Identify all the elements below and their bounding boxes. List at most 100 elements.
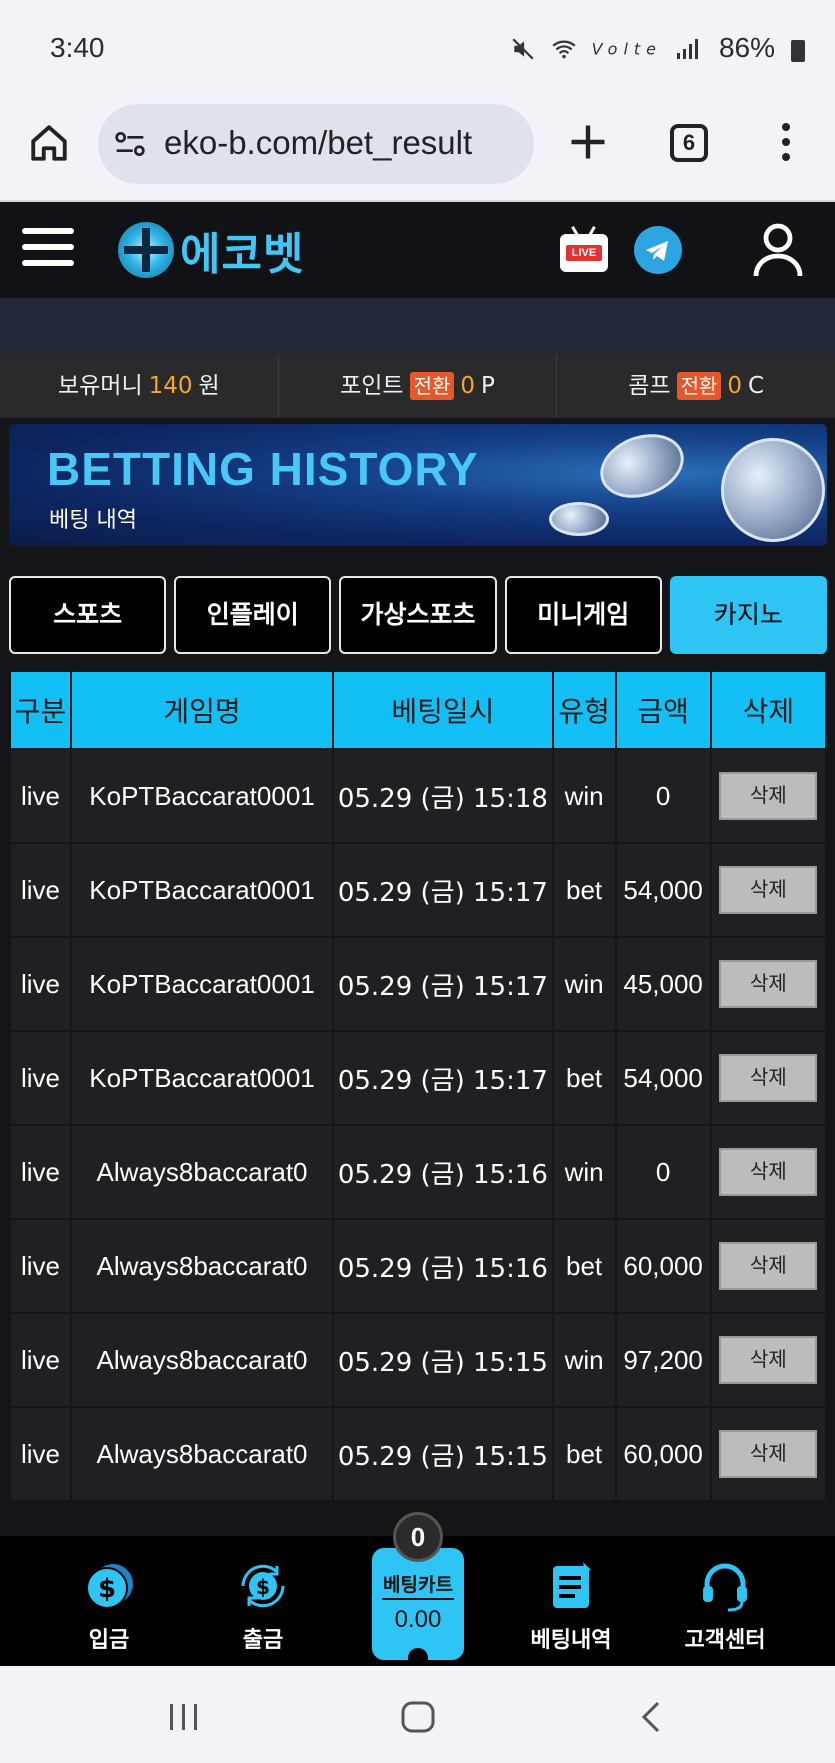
cell-delete: 삭제 xyxy=(711,1032,825,1124)
cell-delete: 삭제 xyxy=(711,750,825,842)
delete-button[interactable]: 삭제 xyxy=(719,1054,818,1102)
tab-switcher-button[interactable]: 6 xyxy=(670,124,708,162)
cell-delete: 삭제 xyxy=(711,1220,825,1312)
header-category: 구분 xyxy=(11,672,70,748)
nav-support[interactable]: 고객센터 xyxy=(650,1536,800,1666)
cell-category: live xyxy=(11,1220,70,1312)
user-account-icon[interactable] xyxy=(752,222,804,278)
address-bar[interactable]: eko-b.com/bet_result xyxy=(98,104,534,184)
cell-game: Always8baccarat0 xyxy=(71,1408,333,1500)
home-icon[interactable] xyxy=(28,122,70,164)
url-text: eko-b.com/bet_result xyxy=(164,124,473,161)
signal-icon xyxy=(677,39,698,59)
svg-text:$: $ xyxy=(98,1574,116,1604)
point-balance: 포인트 전환 0 P xyxy=(279,354,558,418)
header-divider-bar xyxy=(0,298,835,354)
status-time: 3:40 xyxy=(50,32,105,63)
betting-history-banner: BETTING HISTORY 베팅 내역 xyxy=(9,424,827,546)
cell-delete: 삭제 xyxy=(711,1314,825,1406)
table-row: live Always8baccarat0 05.29 (금) 15:15 be… xyxy=(11,1408,825,1500)
table-row: live KoPTBaccarat0001 05.29 (금) 15:17 be… xyxy=(11,844,825,936)
site-header: 에코벳 LIVE xyxy=(0,202,835,298)
point-value: 0 xyxy=(460,373,476,399)
delete-button[interactable]: 삭제 xyxy=(719,1430,818,1478)
tab-minigame[interactable]: 미니게임 xyxy=(504,576,662,654)
delete-button[interactable]: 삭제 xyxy=(719,960,818,1008)
cell-type: bet xyxy=(553,1408,615,1500)
header-type: 유형 xyxy=(553,672,615,748)
cell-datetime: 05.29 (금) 15:17 xyxy=(334,1032,552,1124)
cell-category: live xyxy=(11,1032,70,1124)
banner-subtitle: 베팅 내역 xyxy=(49,508,137,533)
cell-datetime: 05.29 (금) 15:17 xyxy=(334,938,552,1030)
cell-delete: 삭제 xyxy=(711,1126,825,1218)
cell-amount: 0 xyxy=(616,1126,710,1218)
nav-deposit-label: 입금 xyxy=(88,1628,130,1653)
cell-type: win xyxy=(553,938,615,1030)
cell-category: live xyxy=(11,844,70,936)
cell-game: Always8baccarat0 xyxy=(71,1126,333,1218)
table-row: live KoPTBaccarat0001 05.29 (금) 15:17 wi… xyxy=(11,938,825,1030)
header-game: 게임명 xyxy=(71,672,333,748)
nav-withdraw-label: 출금 xyxy=(242,1628,284,1653)
cell-amount: 97,200 xyxy=(616,1314,710,1406)
delete-button[interactable]: 삭제 xyxy=(719,1336,818,1384)
table-row: live KoPTBaccarat0001 05.29 (금) 15:18 wi… xyxy=(11,750,825,842)
header-datetime: 베팅일시 xyxy=(334,672,552,748)
betting-cart-button[interactable]: 베팅카트 0.00 xyxy=(372,1548,464,1668)
hamburger-menu-icon[interactable] xyxy=(22,228,74,268)
point-convert-button[interactable]: 전환 xyxy=(409,372,455,400)
comp-convert-button[interactable]: 전환 xyxy=(676,372,722,400)
cell-category: live xyxy=(11,1314,70,1406)
coin-graphic-icon xyxy=(591,424,693,509)
delete-button[interactable]: 삭제 xyxy=(719,1148,818,1196)
nav-betting-history[interactable]: 베팅내역 xyxy=(496,1536,646,1666)
cell-category: live xyxy=(11,1126,70,1218)
header-amount: 금액 xyxy=(616,672,710,748)
site-logo[interactable]: 에코벳 xyxy=(118,220,304,280)
back-icon[interactable] xyxy=(638,1700,664,1734)
tab-casino[interactable]: 카지노 xyxy=(669,576,828,654)
tab-inplay[interactable]: 인플레이 xyxy=(174,576,332,654)
home-nav-icon[interactable] xyxy=(400,1700,436,1734)
telegram-icon[interactable] xyxy=(634,226,682,274)
cell-type: win xyxy=(553,1126,615,1218)
more-menu-icon[interactable] xyxy=(774,120,798,168)
nav-support-label: 고객센터 xyxy=(684,1628,766,1653)
comp-balance: 콤프 전환 0 C xyxy=(628,372,765,400)
coin-graphic-icon xyxy=(721,438,825,542)
table-row: live Always8baccarat0 05.29 (금) 15:16 be… xyxy=(11,1220,825,1312)
cart-value: 0.00 xyxy=(394,1606,442,1633)
cell-datetime: 05.29 (금) 15:16 xyxy=(334,1220,552,1312)
wifi-icon xyxy=(552,40,576,59)
delete-button[interactable]: 삭제 xyxy=(719,1242,818,1290)
android-navigation-bar xyxy=(0,1666,835,1763)
balance-bar: 보유머니 140 원 포인트 전환 0 P 콤프 전환 0 C xyxy=(0,354,835,418)
cell-category: live xyxy=(11,1408,70,1500)
cell-game: KoPTBaccarat0001 xyxy=(71,844,333,936)
cell-amount: 60,000 xyxy=(616,1408,710,1500)
new-tab-icon[interactable] xyxy=(566,120,610,164)
deposit-coin-icon: $ xyxy=(86,1564,133,1609)
site-settings-icon[interactable] xyxy=(114,130,146,158)
nav-deposit[interactable]: $ 입금 xyxy=(34,1536,184,1666)
cell-amount: 54,000 xyxy=(616,844,710,936)
recent-apps-icon[interactable] xyxy=(166,1702,202,1732)
cart-count-badge: 0 xyxy=(393,1512,443,1562)
battery-icon xyxy=(791,40,805,62)
live-tv-icon[interactable]: LIVE xyxy=(560,226,608,272)
cell-datetime: 05.29 (금) 15:15 xyxy=(334,1408,552,1500)
withdraw-coin-icon: $ xyxy=(241,1564,285,1608)
cell-game: Always8baccarat0 xyxy=(71,1314,333,1406)
cell-datetime: 05.29 (금) 15:16 xyxy=(334,1126,552,1218)
cell-datetime: 05.29 (금) 15:17 xyxy=(334,844,552,936)
logo-mark-icon xyxy=(118,222,174,278)
header-delete: 삭제 xyxy=(711,672,825,748)
tab-sports[interactable]: 스포츠 xyxy=(9,576,167,654)
delete-button[interactable]: 삭제 xyxy=(719,866,818,914)
delete-button[interactable]: 삭제 xyxy=(719,772,818,820)
cell-type: bet xyxy=(553,844,615,936)
status-icons: Volte xyxy=(510,36,699,62)
tab-virtual-sports[interactable]: 가상스포츠 xyxy=(339,576,497,654)
nav-withdraw[interactable]: $ 출금 xyxy=(188,1536,338,1666)
